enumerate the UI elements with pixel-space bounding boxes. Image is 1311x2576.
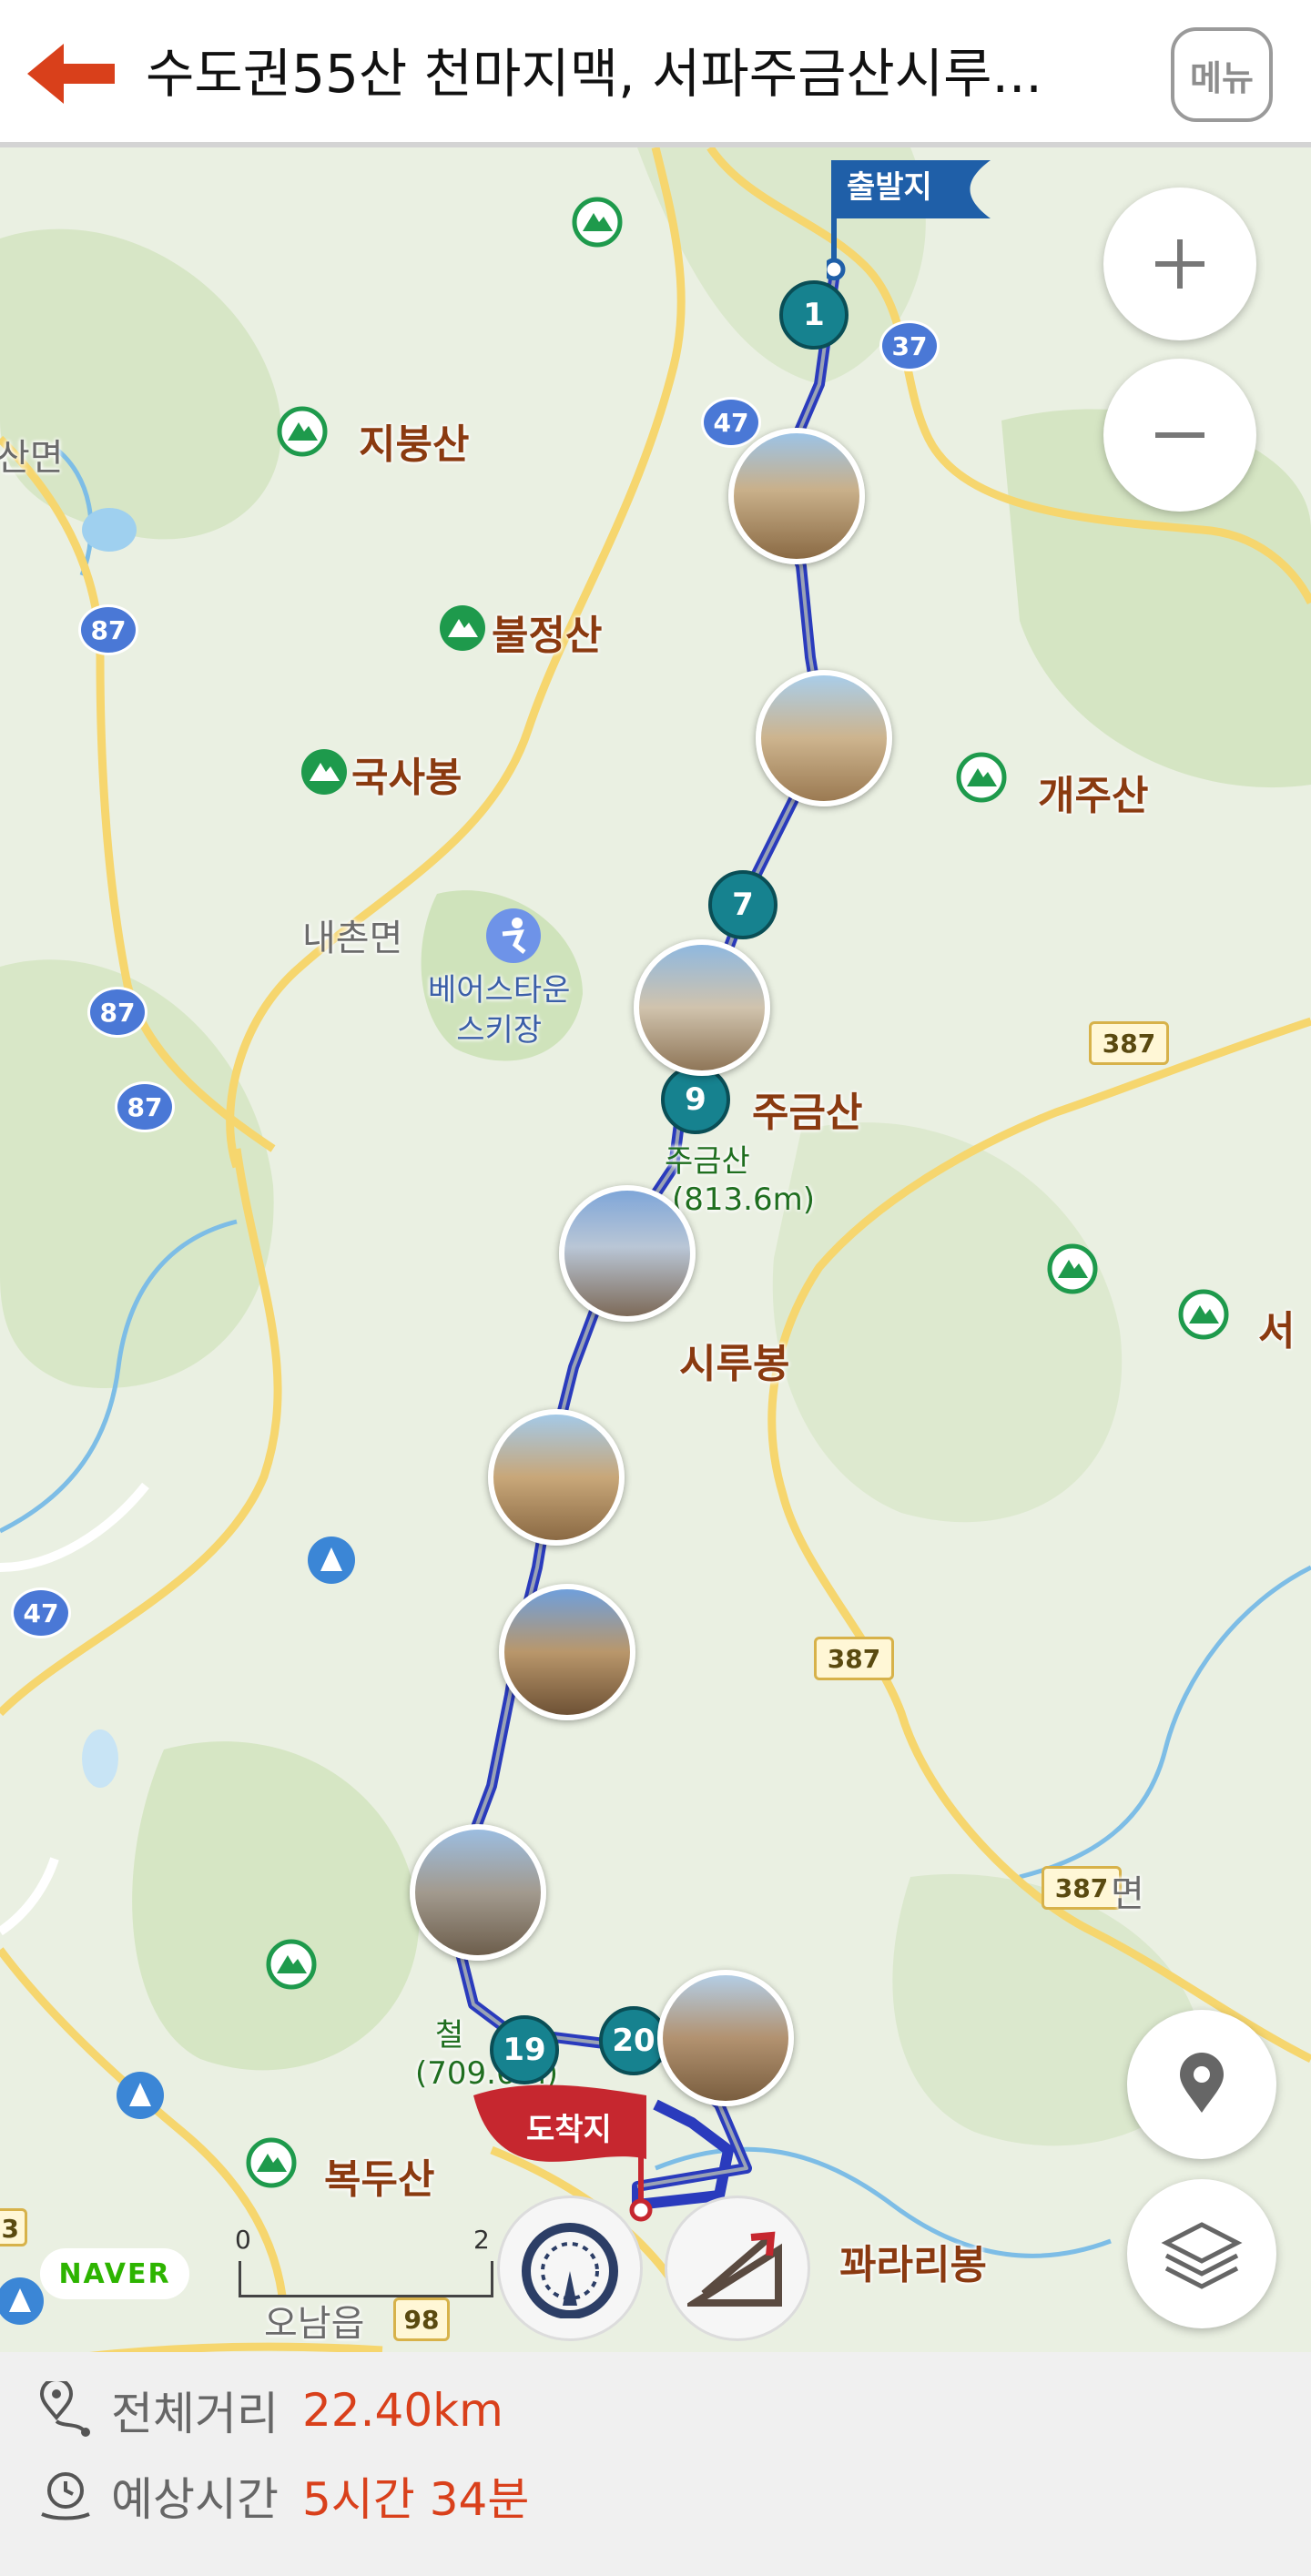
speedometer-button[interactable] <box>497 2196 643 2341</box>
mountain-label: 복두산 <box>324 2156 435 2203</box>
waypoint-marker[interactable]: 19 <box>490 2015 559 2084</box>
mountain-label: 국사봉 <box>351 755 462 801</box>
mountain-icon <box>1047 1243 1098 1298</box>
waypoint-marker[interactable]: 7 <box>708 870 777 939</box>
photo-thumbnail[interactable] <box>634 939 770 1076</box>
map-view[interactable]: 37 47 87 87 87 387 387 387 47 98 3 지붕산 불… <box>0 147 1311 2352</box>
scale-end-label: 2 <box>473 2225 490 2255</box>
photo-thumbnail[interactable] <box>559 1185 696 1322</box>
mountain-label: 꽈라리봉 <box>839 2242 987 2288</box>
scale-start-label: 0 <box>235 2225 251 2255</box>
mountain-icon <box>572 197 623 251</box>
speedometer-icon <box>522 2223 618 2318</box>
layers-button[interactable] <box>1127 2179 1276 2328</box>
my-location-button[interactable] <box>1127 2010 1276 2159</box>
start-flag-label: 출발지 <box>847 169 932 206</box>
mountain-icon <box>1178 1289 1229 1344</box>
road-badge: 47 <box>11 1587 71 1638</box>
road-badge: 3 <box>0 2208 27 2246</box>
mountain-label: 서 <box>1258 1308 1296 1354</box>
mountain-icon <box>299 746 350 801</box>
scale-bar <box>239 2261 493 2297</box>
road-badge: 387 <box>1042 1866 1122 1910</box>
ski-resort-icon <box>484 907 543 969</box>
town-label: 오남읍 <box>264 2303 365 2345</box>
location-pin-icon <box>1180 2053 1224 2113</box>
top-bar: 수도권55산 천마지맥, 서파주금산시루... 메뉴 <box>0 0 1311 147</box>
road-badge: 47 <box>701 397 761 448</box>
distance-label: 전체거리 <box>111 2388 279 2440</box>
road-badge: 37 <box>879 320 940 371</box>
elevation-icon <box>687 2231 782 2307</box>
mountain-label: 개주산 <box>1038 773 1149 819</box>
photo-thumbnail[interactable] <box>488 1409 625 1546</box>
road-badge: 98 <box>393 2297 450 2341</box>
start-flag-marker[interactable]: 출발지 <box>822 153 1000 281</box>
mountain-label: 불정산 <box>492 613 603 659</box>
mountain-label: 시루봉 <box>679 1341 790 1387</box>
road-badge: 387 <box>1089 1021 1169 1065</box>
peak-elevation-label: (813.6m) <box>672 1182 815 1218</box>
route-summary: 전체거리 22.40km 예상시간 5시간 34분 <box>0 2352 1311 2576</box>
road-badge: 87 <box>115 1081 175 1132</box>
zoom-in-button[interactable] <box>1103 188 1256 340</box>
naver-logo: NAVER <box>40 2248 189 2299</box>
layers-icon <box>1161 2222 1243 2289</box>
plus-icon <box>1155 239 1204 289</box>
waypoint-marker[interactable]: 1 <box>779 280 849 350</box>
campsite-icon <box>115 2070 166 2125</box>
photo-thumbnail[interactable] <box>728 428 865 564</box>
campsite-icon <box>0 2276 46 2330</box>
elevation-profile-button[interactable] <box>665 2196 810 2341</box>
zoom-out-button[interactable] <box>1103 359 1256 512</box>
time-row: 예상시간 5시간 34분 <box>36 2459 529 2532</box>
town-label: 면 <box>1111 1873 1144 1915</box>
mountain-icon <box>277 406 328 461</box>
town-label: 내촌면 <box>302 918 403 959</box>
menu-button[interactable]: 메뉴 <box>1171 27 1273 122</box>
peak-name-label: 주금산 <box>665 1143 750 1180</box>
ski-resort-label: 베어스타운 스키장 <box>428 972 571 1049</box>
road-badge: 87 <box>87 987 147 1038</box>
road-badge: 87 <box>78 604 138 655</box>
mountain-icon <box>437 603 488 657</box>
mountain-icon <box>266 1939 317 1993</box>
peak-name-label: 철 <box>435 2017 464 2054</box>
clock-route-icon <box>41 2472 90 2520</box>
road-badge: 387 <box>814 1637 894 1680</box>
campsite-icon <box>306 1535 357 1589</box>
time-value: 5시간 34분 <box>302 2473 530 2526</box>
photo-thumbnail[interactable] <box>499 1584 635 1720</box>
photo-thumbnail[interactable] <box>410 1824 546 1961</box>
mountain-label: 주금산 <box>752 1090 863 1136</box>
route-distance-icon <box>39 2381 90 2437</box>
time-label: 예상시간 <box>111 2473 279 2526</box>
minus-icon <box>1155 432 1204 438</box>
page-title: 수도권55산 천마지맥, 서파주금산시루... <box>146 43 1042 105</box>
mountain-icon <box>956 752 1007 806</box>
distance-value: 22.40km <box>302 2384 503 2437</box>
end-flag-label: 도착지 <box>526 2112 612 2148</box>
mountain-icon <box>246 2137 297 2192</box>
photo-thumbnail[interactable] <box>756 670 892 806</box>
mountain-label: 지붕산 <box>359 421 470 468</box>
distance-row: 전체거리 22.40km <box>36 2374 503 2447</box>
photo-thumbnail[interactable] <box>657 1970 794 2106</box>
town-label: 산면 <box>0 437 64 479</box>
back-arrow-icon[interactable] <box>20 36 122 111</box>
